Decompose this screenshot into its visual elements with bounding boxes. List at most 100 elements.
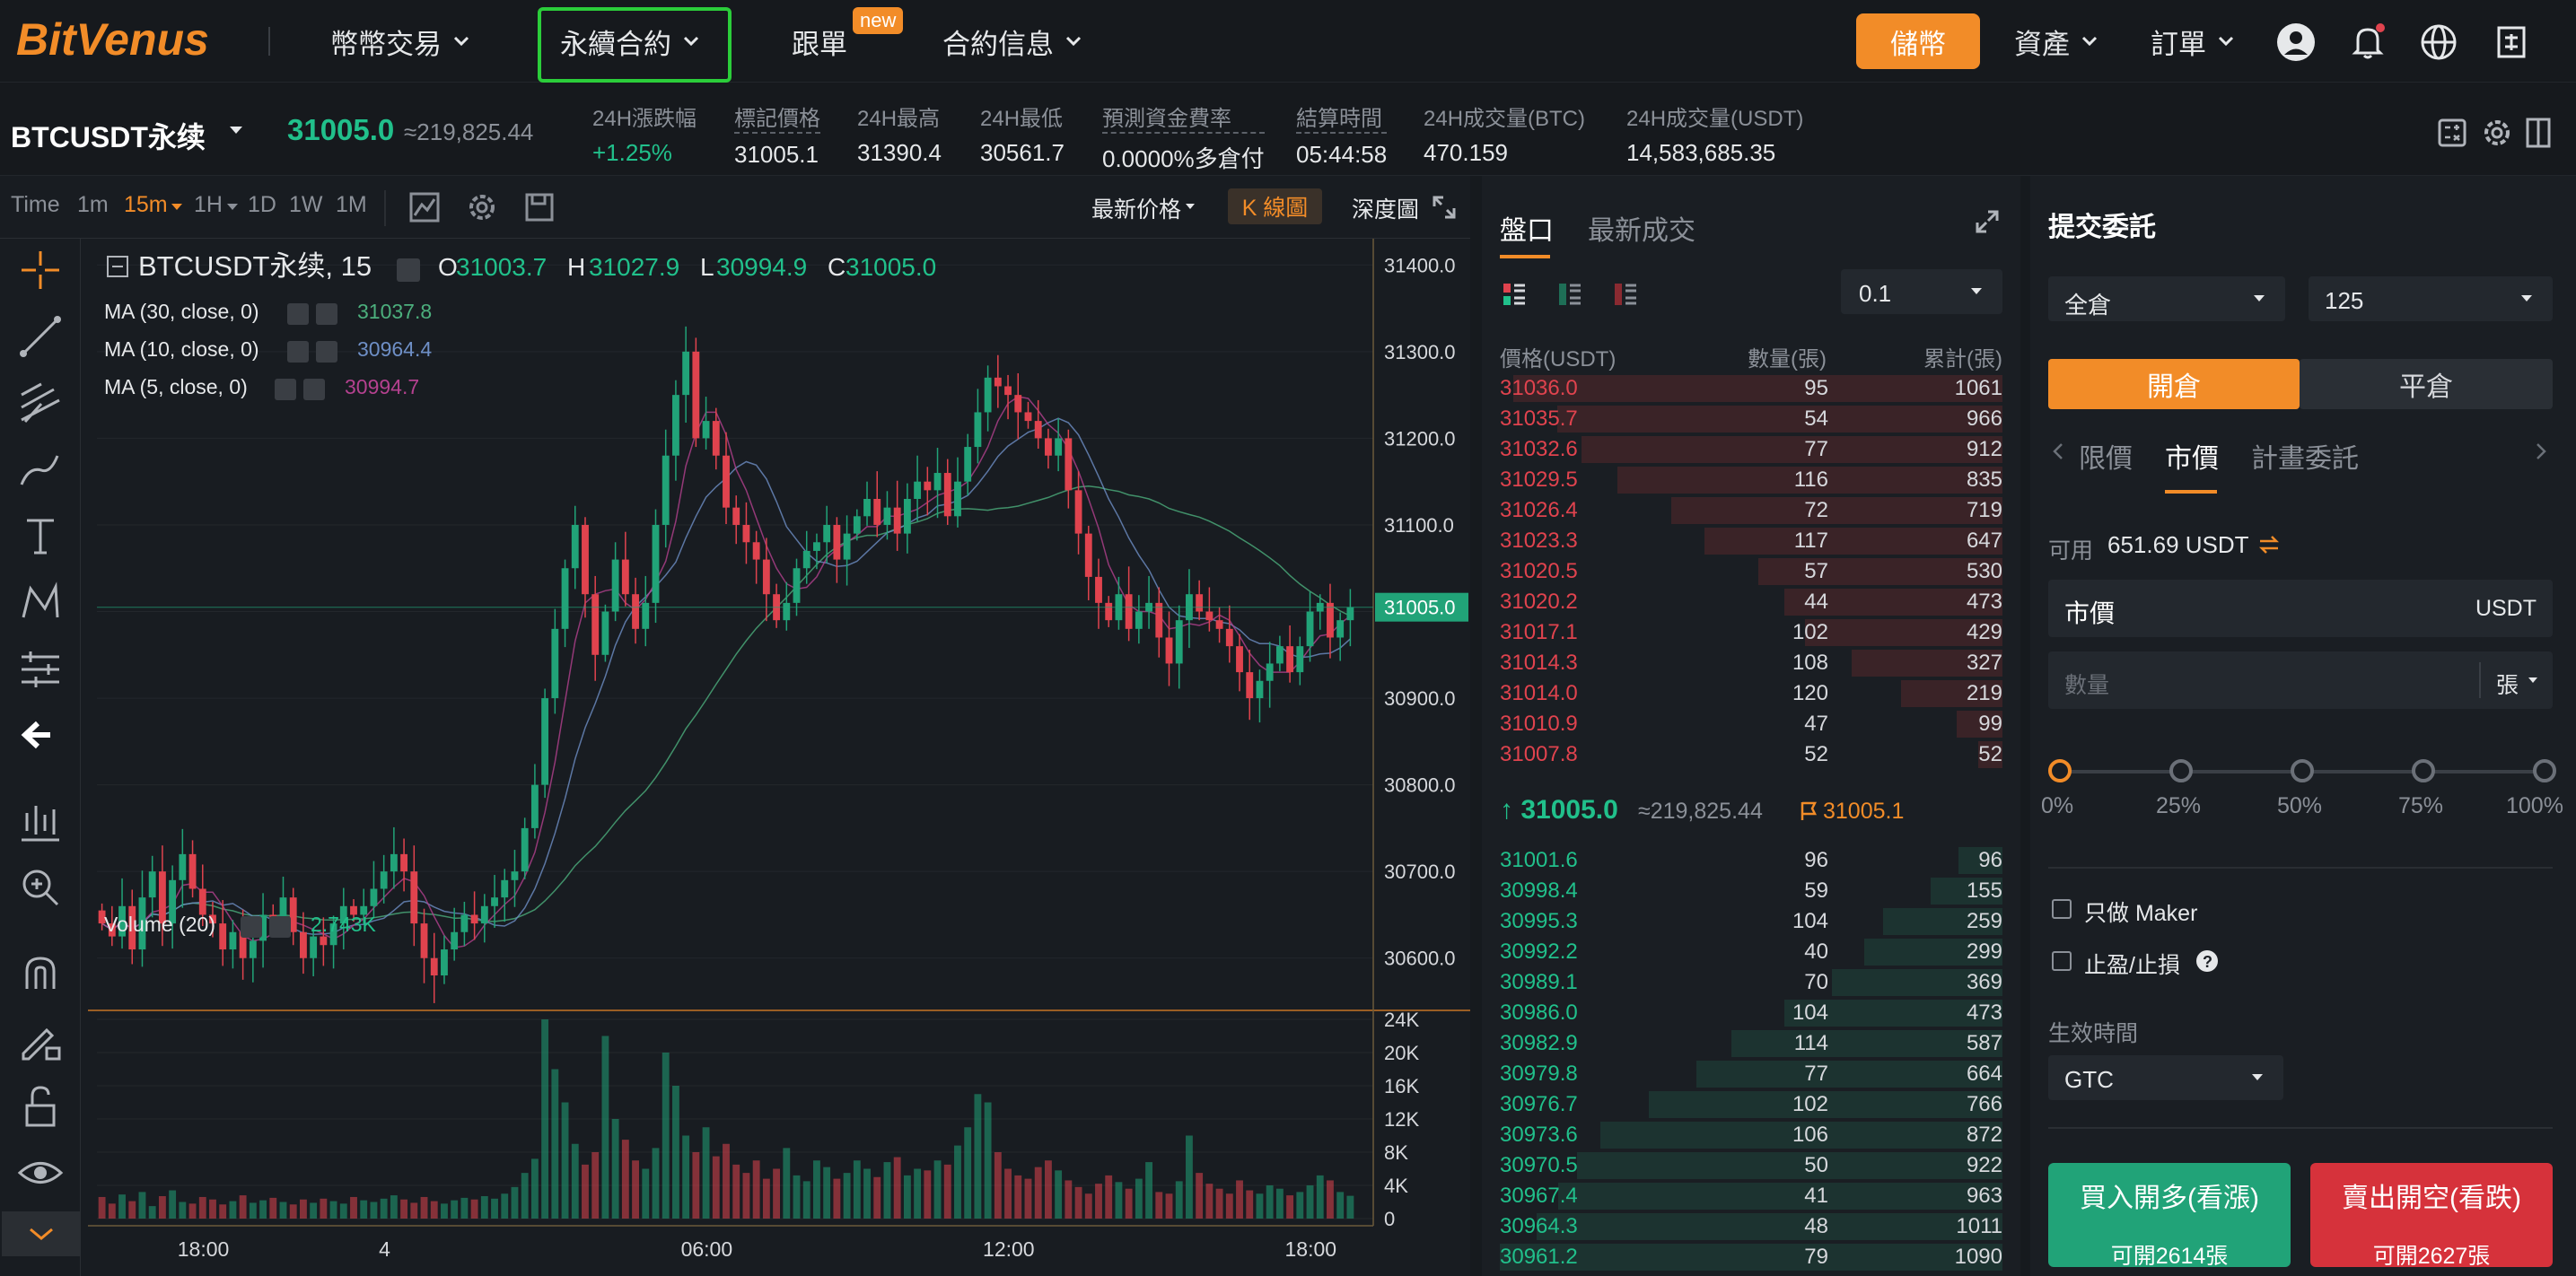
tab-limit[interactable]: 限價 (2079, 436, 2133, 476)
book-row[interactable]: 30961.2 79 1090 (1482, 1242, 2020, 1272)
price-chart[interactable]: 31400.031300.031200.031100.031000.030900… (88, 239, 1470, 1276)
book-row[interactable]: 30982.9 114 587 (1482, 1028, 2020, 1059)
symbol-selector[interactable]: BTCUSDT永续 (11, 115, 206, 156)
chart-settings-icon[interactable] (465, 190, 499, 224)
tab-plan-order[interactable]: 計畫委託 (2251, 436, 2359, 476)
book-row[interactable]: 31017.1 102 429 (1482, 617, 2020, 648)
bell-icon[interactable] (2347, 22, 2388, 63)
visibility-tool[interactable] (14, 1147, 66, 1199)
nav-futures[interactable]: 永續合約 (560, 0, 700, 83)
stat-label[interactable]: 標記價格 (734, 101, 820, 134)
zoom-tool[interactable] (14, 861, 66, 913)
book-row[interactable]: 30964.3 48 1011 (1482, 1211, 2020, 1242)
book-row[interactable]: 31029.5 116 835 (1482, 465, 2020, 495)
interval-1mo[interactable]: 1M (336, 192, 367, 218)
chevron-right-icon[interactable] (2535, 441, 2547, 461)
layout-icon[interactable] (2520, 115, 2556, 151)
slider-stop-50[interactable] (2291, 759, 2314, 782)
fib-tool[interactable] (14, 377, 66, 429)
book-row[interactable]: 31032.6 77 912 (1482, 434, 2020, 465)
price-input[interactable]: 市價 USDT (2048, 580, 2553, 637)
tab-order-book[interactable]: 盤口 (1500, 208, 1554, 248)
ma-close-icon[interactable] (316, 341, 337, 363)
lock-drawing-tool[interactable] (14, 1014, 66, 1066)
nav-spot[interactable]: 幣幣交易 (330, 0, 470, 83)
margin-mode-select[interactable]: 全倉 (2048, 276, 2285, 321)
kline-tab[interactable]: K 線圖 (1228, 188, 1322, 224)
price-type-selector[interactable]: 最新价格 (1091, 192, 1181, 224)
slider-stop-75[interactable] (2412, 759, 2435, 782)
book-row[interactable]: 30992.2 40 299 (1482, 937, 2020, 967)
transfer-icon[interactable] (2258, 535, 2280, 555)
ma-settings-icon[interactable] (275, 379, 296, 400)
download-app-icon[interactable] (2491, 22, 2532, 63)
book-view-asks-icon[interactable] (1613, 282, 1638, 307)
tab-market[interactable]: 市價 (2165, 436, 2219, 476)
collapse-button[interactable] (2, 1211, 81, 1256)
nav-copy-trade[interactable]: 跟單 (792, 0, 847, 83)
book-row[interactable]: 31001.6 96 96 (1482, 845, 2020, 876)
book-row[interactable]: 31010.9 47 99 (1482, 709, 2020, 739)
slider-stop-25[interactable] (2169, 759, 2193, 782)
book-row[interactable]: 30986.0 104 473 (1482, 998, 2020, 1028)
calculator-icon[interactable] (2434, 115, 2470, 151)
book-row[interactable]: 30967.4 41 963 (1482, 1181, 2020, 1211)
globe-icon[interactable] (2418, 22, 2459, 63)
caret-down-icon[interactable] (171, 203, 183, 211)
open-position-tab[interactable]: 開倉 (2048, 359, 2300, 409)
user-avatar-icon[interactable] (2275, 22, 2317, 63)
tif-select[interactable]: GTC (2048, 1055, 2283, 1100)
crosshair-tool[interactable] (14, 244, 66, 296)
ma-close-icon[interactable] (303, 379, 325, 400)
sell-short-button[interactable]: 賣出開空(看跌) 可開2627張 (2310, 1163, 2553, 1269)
vol-settings-icon[interactable] (241, 916, 262, 938)
chevron-left-icon[interactable] (2052, 441, 2064, 461)
maker-only-checkbox[interactable] (2052, 899, 2072, 919)
brush-tool[interactable] (14, 443, 66, 495)
close-position-tab[interactable]: 平倉 (2300, 359, 2553, 409)
tab-recent-trades[interactable]: 最新成交 (1588, 208, 1695, 248)
gear-icon[interactable] (2479, 115, 2515, 151)
vol-close-icon[interactable] (269, 916, 291, 938)
save-icon[interactable] (522, 190, 556, 224)
depth-tab[interactable]: 深度圖 (1352, 192, 1419, 224)
slider-stop-100[interactable] (2533, 759, 2556, 782)
text-tool[interactable] (14, 510, 66, 562)
caret-down-icon[interactable] (226, 203, 239, 211)
indicators-icon[interactable] (407, 190, 442, 224)
interval-time[interactable]: Time (11, 192, 60, 218)
book-row[interactable]: 31014.0 120 219 (1482, 678, 2020, 709)
quantity-unit-select[interactable]: 張 (2496, 668, 2519, 700)
legend-settings-icon[interactable] (397, 258, 420, 282)
quantity-input[interactable]: 數量 張 (2048, 651, 2553, 709)
ma-settings-icon[interactable] (287, 303, 309, 325)
interval-1d[interactable]: 1D (248, 192, 276, 218)
nav-contract-info[interactable]: 合約信息 (942, 0, 1082, 83)
buy-long-button[interactable]: 買入開多(看漲) 可開2614張 (2048, 1163, 2291, 1269)
book-view-bids-icon[interactable] (1557, 282, 1582, 307)
ma-settings-icon[interactable] (287, 341, 309, 363)
book-row[interactable]: 30970.5 50 922 (1482, 1150, 2020, 1181)
long-short-tool[interactable] (14, 795, 66, 847)
interval-1h[interactable]: 1H (194, 192, 223, 218)
hide-toolbar-button[interactable] (14, 709, 66, 761)
leverage-select[interactable]: 125 (2309, 276, 2553, 321)
interval-1m[interactable]: 1m (77, 192, 109, 218)
slider-stop-0[interactable] (2048, 759, 2072, 782)
fullscreen-icon[interactable] (1431, 194, 1458, 221)
interval-1w[interactable]: 1W (289, 192, 323, 218)
stat-label[interactable]: 預測資金費率 (1102, 101, 1265, 134)
book-row[interactable]: 31036.0 95 1061 (1482, 373, 2020, 404)
caret-down-icon[interactable] (229, 126, 243, 135)
book-row[interactable]: 30989.1 70 369 (1482, 967, 2020, 998)
book-row[interactable]: 30976.7 102 766 (1482, 1089, 2020, 1120)
nav-assets[interactable]: 資產 (2014, 0, 2098, 83)
book-row[interactable]: 31020.2 44 473 (1482, 587, 2020, 617)
ma-close-icon[interactable] (316, 303, 337, 325)
book-row[interactable]: 30998.4 59 155 (1482, 876, 2020, 906)
measure-tool[interactable] (14, 642, 66, 695)
deposit-button[interactable]: 儲幣 (1856, 13, 1980, 69)
trendline-tool[interactable] (14, 310, 66, 363)
book-row[interactable]: 31026.4 72 719 (1482, 495, 2020, 526)
expand-icon[interactable] (1974, 208, 2001, 235)
